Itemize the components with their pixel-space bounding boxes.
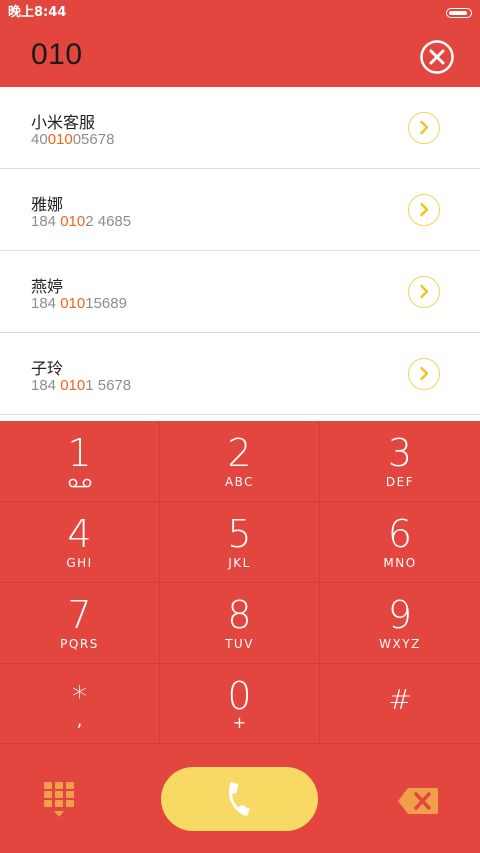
key-0[interactable]: 0 +: [160, 664, 320, 744]
key-hash[interactable]: #: [320, 664, 480, 744]
number-suffix: 05678: [72, 131, 115, 148]
key-digit: 1: [67, 431, 92, 475]
phone-icon: [228, 782, 250, 816]
dialpad-icon: [44, 782, 74, 817]
key-digit: 4: [67, 512, 92, 556]
key-digit: 8: [227, 593, 252, 637]
contact-row[interactable]: 小米客服 4001005678: [0, 87, 480, 169]
number-prefix: 184: [31, 213, 61, 230]
dialpad: 1 2 ABC 3 DEF 4 GHI 5 JKL 6 MNO 7 PQRS 8…: [0, 421, 480, 853]
key-2[interactable]: 2 ABC: [160, 421, 320, 502]
number-match: 010: [60, 377, 86, 394]
number-prefix: 40: [31, 131, 48, 148]
key-digit: 6: [387, 512, 413, 556]
backspace-button[interactable]: [396, 786, 440, 816]
number-suffix: 2 4685: [85, 213, 132, 230]
key-letters: ,: [76, 710, 83, 731]
dialpad-keys: 1 2 ABC 3 DEF 4 GHI 5 JKL 6 MNO 7 PQRS 8…: [0, 421, 480, 744]
number-match: 010: [60, 295, 86, 312]
key-letters: PQRS: [60, 637, 99, 651]
battery-icon: [446, 8, 472, 18]
number-match: 010: [60, 213, 86, 230]
dial-header: 010: [0, 26, 480, 87]
contact-name: 小米客服: [31, 113, 96, 132]
key-letters: DEF: [385, 475, 415, 489]
dialed-number: 010: [31, 38, 83, 71]
key-digit: 7: [67, 593, 92, 637]
chevron-right-icon: [420, 202, 429, 217]
key-letters: WXYZ: [379, 637, 421, 651]
key-letters: ABC: [224, 475, 255, 489]
key-star[interactable]: * ,: [0, 664, 160, 744]
contact-number: 184 0102 4685: [31, 213, 131, 230]
number-match: 010: [47, 131, 73, 148]
number-suffix: 1 5678: [85, 377, 132, 394]
key-digit: 5: [227, 512, 252, 556]
key-digit: 0: [227, 674, 252, 718]
battery-level: [448, 10, 467, 15]
contact-detail-button[interactable]: [408, 112, 440, 144]
contact-number: 184 0101 5678: [31, 377, 131, 394]
contact-number: 4001005678: [31, 131, 114, 148]
number-suffix: 15689: [85, 295, 127, 312]
key-letters: GHI: [66, 556, 93, 570]
clear-button[interactable]: [420, 40, 454, 74]
key-7[interactable]: 7 PQRS: [0, 583, 160, 664]
key-5[interactable]: 5 JKL: [160, 502, 320, 583]
contact-row[interactable]: 子玲 184 0101 5678: [0, 333, 480, 415]
key-digit: 9: [387, 593, 413, 637]
contact-detail-button[interactable]: [408, 276, 440, 308]
key-digit: 3: [387, 431, 413, 475]
close-circle-icon: [420, 40, 454, 74]
call-button[interactable]: [161, 767, 318, 831]
key-digit: #: [388, 683, 412, 716]
contact-row[interactable]: 雅娜 184 0102 4685: [0, 169, 480, 251]
contact-detail-button[interactable]: [408, 358, 440, 390]
chevron-right-icon: [420, 120, 429, 135]
key-letters: TUV: [225, 637, 254, 651]
dialer-action-bar: [0, 744, 480, 853]
key-6[interactable]: 6 MNO: [320, 502, 480, 583]
status-time: 晚上8:44: [8, 5, 67, 20]
voicemail-icon: [68, 478, 92, 488]
key-3[interactable]: 3 DEF: [320, 421, 480, 502]
key-9[interactable]: 9 WXYZ: [320, 583, 480, 664]
keypad-toggle-button[interactable]: [42, 780, 76, 820]
contact-name: 雅娜: [31, 195, 64, 214]
key-1[interactable]: 1: [0, 421, 160, 502]
key-4[interactable]: 4 GHI: [0, 502, 160, 583]
contact-detail-button[interactable]: [408, 194, 440, 226]
chevron-right-icon: [420, 366, 429, 381]
key-digit: 2: [227, 431, 252, 475]
status-bar: 晚上8:44: [0, 0, 480, 26]
backspace-icon: [398, 788, 438, 814]
key-letters: JKL: [228, 556, 251, 570]
contact-row[interactable]: 燕婷 184 01015689: [0, 251, 480, 333]
search-results-list: 小米客服 4001005678 雅娜 184 0102 4685 燕婷 184 …: [0, 87, 480, 421]
number-prefix: 184: [31, 295, 61, 312]
contact-number: 184 01015689: [31, 295, 127, 312]
contact-name: 燕婷: [31, 277, 64, 296]
chevron-right-icon: [420, 284, 429, 299]
contact-name: 子玲: [31, 359, 64, 378]
key-letters: MNO: [383, 556, 417, 570]
key-8[interactable]: 8 TUV: [160, 583, 320, 664]
key-letters: +: [232, 713, 247, 732]
number-prefix: 184: [31, 377, 61, 394]
